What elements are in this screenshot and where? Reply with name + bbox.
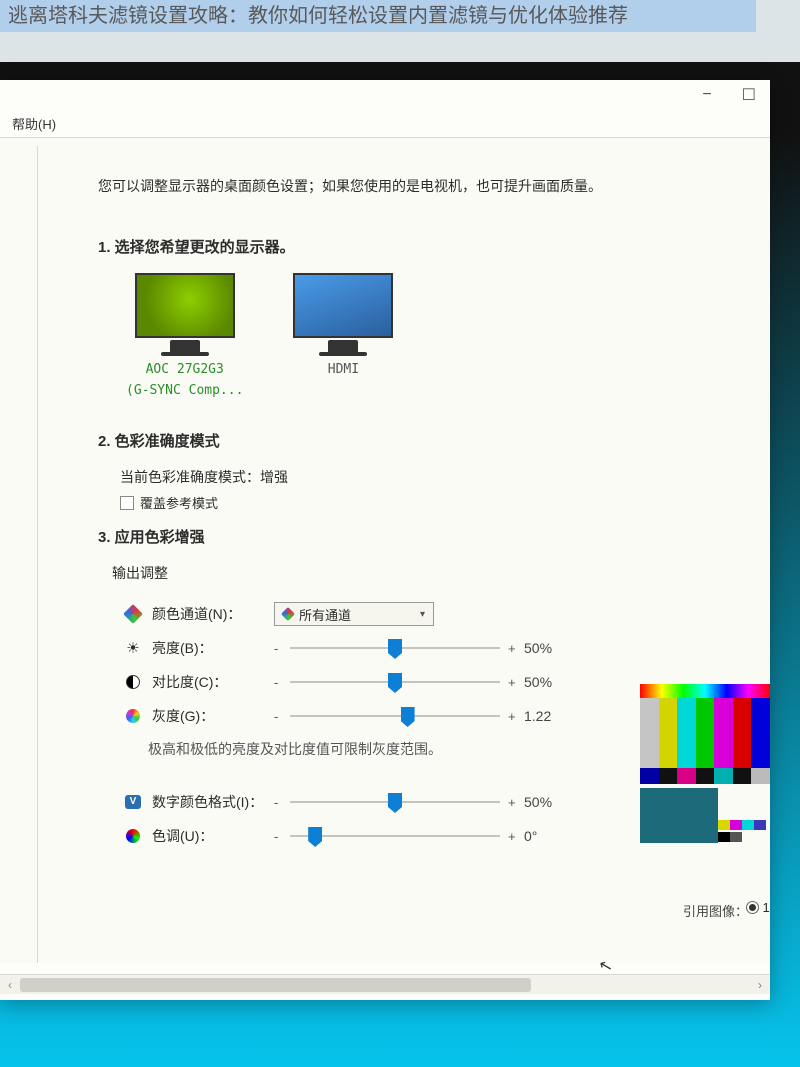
- scroll-thumb[interactable]: [20, 978, 531, 992]
- brightness-value: 50%: [524, 640, 564, 656]
- content-area: 您可以调整显示器的桌面颜色设置；如果您使用的是电视机，也可提升画面质量。 1. …: [0, 138, 770, 963]
- minimize-button[interactable]: −: [702, 86, 711, 104]
- section3-title: 3. 应用色彩增强: [98, 526, 770, 547]
- section1-title: 1. 选择您希望更改的显示器。: [98, 236, 770, 257]
- minus-icon: -: [274, 675, 282, 690]
- article-title: 逃离塔科夫滤镜设置攻略：教你如何轻松设置内置滤镜与优化体验推荐: [0, 0, 756, 32]
- contrast-icon: [124, 673, 142, 691]
- horizontal-scrollbar[interactable]: ‹ ›: [0, 974, 770, 994]
- minus-icon: -: [274, 641, 282, 656]
- gamma-slider[interactable]: [290, 715, 500, 717]
- minus-icon: -: [274, 795, 282, 810]
- override-checkbox[interactable]: [120, 496, 134, 510]
- brightness-icon: [124, 639, 142, 657]
- app-window: − ☐ 帮助(H) 您可以调整显示器的桌面颜色设置；如果您使用的是电视机，也可提…: [0, 80, 770, 1000]
- hue-slider[interactable]: [290, 835, 500, 837]
- vibrance-label: 数字颜色格式(I)：: [152, 792, 264, 812]
- channel-label: 颜色通道(N)：: [152, 604, 264, 624]
- brightness-row: 亮度(B)： - + 50%: [124, 631, 770, 665]
- section2-title: 2. 色彩准确度模式: [98, 430, 770, 451]
- channel-select[interactable]: 所有通道 ▾: [274, 602, 434, 626]
- reference-radio-group: 1 2: [746, 900, 770, 915]
- contrast-slider[interactable]: [290, 681, 500, 683]
- scroll-right-icon[interactable]: ›: [750, 978, 770, 992]
- reference-image-label: 引用图像：: [683, 901, 748, 920]
- brightness-slider[interactable]: [290, 647, 500, 649]
- vibrance-slider[interactable]: [290, 801, 500, 803]
- photo-frame: − ☐ 帮助(H) 您可以调整显示器的桌面颜色设置；如果您使用的是电视机，也可提…: [0, 62, 800, 1067]
- vibrance-value: 50%: [524, 794, 564, 810]
- gamma-value: 1.22: [524, 708, 564, 724]
- gamma-icon: [124, 707, 142, 725]
- display-1-name: AOC 27G2G3: [126, 362, 243, 377]
- channel-row: 颜色通道(N)： 所有通道 ▾: [124, 597, 770, 631]
- plus-icon: +: [508, 795, 516, 810]
- intro-text: 您可以调整显示器的桌面颜色设置；如果您使用的是电视机，也可提升画面质量。: [98, 176, 770, 196]
- plus-icon: +: [508, 829, 516, 844]
- minus-icon: -: [274, 709, 282, 724]
- override-ref-row[interactable]: 覆盖参考模式: [120, 493, 770, 512]
- display-1[interactable]: AOC 27G2G3 (G-SYNC Comp...: [126, 273, 243, 398]
- channel-icon: [124, 605, 142, 623]
- minus-icon: -: [274, 829, 282, 844]
- hue-icon: [124, 827, 142, 845]
- brightness-label: 亮度(B)：: [152, 638, 264, 658]
- display-selection: AOC 27G2G3 (G-SYNC Comp... HDMI: [126, 273, 770, 398]
- plus-icon: +: [508, 709, 516, 724]
- plus-icon: +: [508, 675, 516, 690]
- display-2[interactable]: HDMI: [293, 273, 393, 398]
- left-nav-pane: [0, 146, 38, 963]
- menu-help[interactable]: 帮助(H): [12, 117, 56, 132]
- maximize-button[interactable]: ☐: [742, 85, 756, 105]
- chevron-down-icon: ▾: [420, 609, 425, 620]
- plus-icon: +: [508, 641, 516, 656]
- ref-radio-1[interactable]: [746, 901, 759, 914]
- contrast-label: 对比度(C)：: [152, 672, 264, 692]
- color-preview: [640, 684, 770, 843]
- color-mode-current: 当前色彩准确度模式：增强: [120, 467, 770, 487]
- output-adjust-label: 输出调整: [112, 563, 770, 583]
- gamma-label: 灰度(G)：: [152, 706, 264, 726]
- hue-label: 色调(U)：: [152, 826, 264, 846]
- contrast-value: 50%: [524, 674, 564, 690]
- hue-value: 0°: [524, 828, 564, 844]
- menubar: 帮助(H): [0, 110, 770, 138]
- override-label: 覆盖参考模式: [140, 493, 218, 512]
- scroll-left-icon[interactable]: ‹: [0, 978, 20, 992]
- titlebar: − ☐: [0, 80, 770, 110]
- vibrance-icon: V: [124, 793, 142, 811]
- display-2-name: HDMI: [293, 362, 393, 377]
- display-1-sub: (G-SYNC Comp...: [126, 383, 243, 398]
- main-pane: 您可以调整显示器的桌面颜色设置；如果您使用的是电视机，也可提升画面质量。 1. …: [38, 146, 770, 963]
